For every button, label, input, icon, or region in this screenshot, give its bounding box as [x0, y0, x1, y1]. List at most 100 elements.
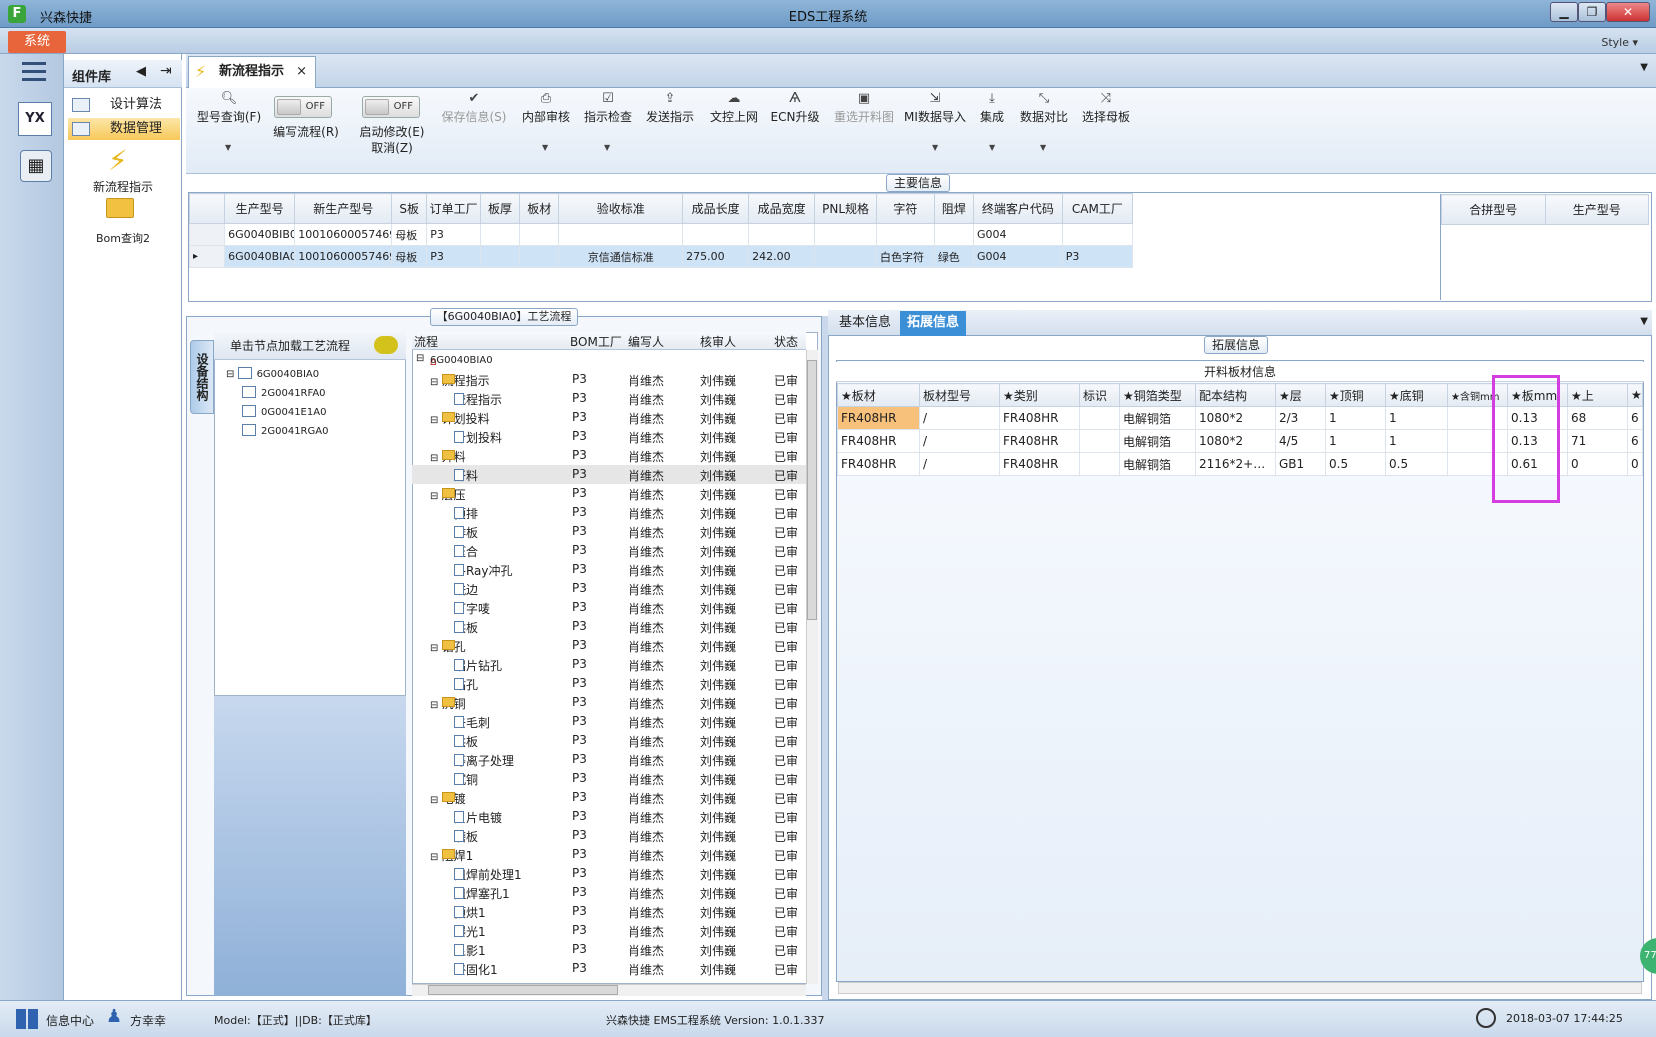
- collapse-icon[interactable]: ⊟: [430, 643, 442, 654]
- process-step-row[interactable]: 显影1 P3 肖维杰 刘伟巍 已审: [412, 940, 806, 959]
- process-group-row[interactable]: ⊟ 钻孔P3肖维杰刘伟巍已审: [412, 636, 806, 655]
- main-col-header[interactable]: 板厚: [479, 193, 521, 224]
- main-info-cell[interactable]: 京信通信标准: [558, 245, 684, 268]
- material-cell[interactable]: 电解铜箔: [1119, 452, 1196, 476]
- material-col-header[interactable]: 配本结构: [1195, 383, 1276, 407]
- collapse-icon[interactable]: ⊟: [430, 491, 442, 502]
- material-cell[interactable]: 6: [1627, 429, 1643, 453]
- process-step-row[interactable]: 去毛刺 P3 肖维杰 刘伟巍 已审: [412, 712, 806, 731]
- instr-check-dropdown-icon[interactable]: ▼: [604, 143, 610, 152]
- main-col-header[interactable]: CAM工厂: [1061, 193, 1134, 224]
- material-col-header[interactable]: ★: [1627, 383, 1643, 407]
- main-col-header[interactable]: 字符: [876, 193, 935, 224]
- main-info-cell[interactable]: 275.00: [682, 245, 750, 268]
- collapse-icon[interactable]: ⊟: [430, 852, 442, 863]
- compare-dropdown-icon[interactable]: ▼: [1040, 143, 1046, 152]
- process-step-row[interactable]: 钻孔 P3 肖维杰 刘伟巍 已审: [412, 674, 806, 693]
- col-status[interactable]: 状态: [774, 333, 798, 350]
- tab-extended-info[interactable]: 拓展信息: [900, 311, 966, 336]
- process-step-row[interactable]: 等离子处理 P3 肖维杰 刘伟巍 已审: [412, 750, 806, 769]
- model-query-dropdown-icon[interactable]: ▼: [225, 143, 231, 152]
- material-cell[interactable]: 电解铜箔: [1119, 406, 1196, 430]
- material-cell[interactable]: 电解铜箔: [1119, 429, 1196, 453]
- save-button[interactable]: ✔ 保存信息(S): [438, 90, 510, 126]
- material-col-header[interactable]: ★上: [1567, 383, 1628, 407]
- col-flow[interactable]: 流程: [414, 333, 438, 350]
- upload-web-button[interactable]: ☁ 文控上网: [704, 90, 764, 126]
- main-info-cell[interactable]: 绿色: [933, 245, 975, 268]
- material-col-header[interactable]: ★层: [1275, 383, 1326, 407]
- main-info-cell[interactable]: G004: [973, 245, 1063, 268]
- process-group-row[interactable]: ⊟ 电镀P3肖维杰刘伟巍已审: [412, 788, 806, 807]
- process-group-row[interactable]: ⊟ 沉铜P3肖维杰刘伟巍已审: [412, 693, 806, 712]
- material-hscrollbar[interactable]: [838, 982, 1642, 994]
- process-step-row[interactable]: 开料 P3 肖维杰 刘伟巍 已审: [412, 465, 806, 484]
- col-bom[interactable]: BOM工厂: [570, 333, 622, 350]
- main-info-cell[interactable]: [814, 223, 878, 246]
- main-info-row[interactable]: 6G0040BIB0 10010600057469 母板 P3 G004: [188, 223, 1134, 246]
- process-root-row[interactable]: ⊟ ⌂ 6G0040BIA0: [412, 351, 806, 370]
- mi-import-dropdown-icon[interactable]: ▼: [932, 143, 938, 152]
- integrate-button[interactable]: ⤓ 集成: [974, 90, 1010, 126]
- material-cell[interactable]: /: [919, 452, 1000, 476]
- process-step-row[interactable]: 计划投料 P3 肖维杰 刘伟巍 已审: [412, 427, 806, 446]
- style-menu[interactable]: Style ▾: [1601, 36, 1638, 49]
- cancel-label[interactable]: 取消(Z): [352, 140, 432, 156]
- row-selector[interactable]: [188, 223, 226, 246]
- main-col-header[interactable]: 生产型号: [224, 193, 296, 224]
- material-cell[interactable]: FR408HR: [999, 406, 1080, 430]
- collapse-icon[interactable]: ⊟: [430, 453, 442, 464]
- tab-close-icon[interactable]: ×: [296, 57, 307, 87]
- material-col-header[interactable]: ★铜箔类型: [1119, 383, 1196, 407]
- collapse-icon[interactable]: ⊟: [226, 369, 238, 380]
- process-step-row[interactable]: 排板 P3 肖维杰 刘伟巍 已审: [412, 522, 806, 541]
- material-cell[interactable]: 0.5: [1325, 452, 1386, 476]
- main-col-header[interactable]: 阻焊: [933, 193, 975, 224]
- material-cell[interactable]: FR408HR: [837, 429, 920, 453]
- material-cell[interactable]: 1080*2: [1195, 406, 1276, 430]
- process-group-row[interactable]: ⊟ 开料P3肖维杰刘伟巍已审: [412, 446, 806, 465]
- material-cell[interactable]: 2116*2+…: [1195, 452, 1276, 476]
- checkbox-icon[interactable]: [237, 367, 252, 379]
- compare-button[interactable]: ⤡ 数据对比: [1018, 90, 1070, 126]
- main-col-header[interactable]: 验收标准: [558, 193, 684, 224]
- material-cell[interactable]: [1079, 406, 1120, 430]
- internal-review-dropdown-icon[interactable]: ▼: [542, 143, 548, 152]
- material-cell[interactable]: 6: [1627, 406, 1643, 430]
- main-col-header[interactable]: 终端客户代码: [973, 193, 1063, 224]
- hamburger-menu-icon[interactable]: [22, 62, 46, 84]
- process-group-row[interactable]: ⊟ 层压P3肖维杰刘伟巍已审: [412, 484, 806, 503]
- main-col-header[interactable]: S板: [391, 193, 428, 224]
- side-tab-equipment[interactable]: 设备结构: [190, 340, 214, 414]
- internal-review-button[interactable]: ⎙ 内部审核: [518, 90, 574, 126]
- main-col-header[interactable]: PNL规格: [814, 193, 878, 224]
- main-info-cell[interactable]: 10010600057469: [294, 245, 393, 268]
- comment-icon[interactable]: [374, 336, 398, 354]
- main-info-cell[interactable]: [933, 223, 975, 246]
- lightning-icon[interactable]: ⚡: [108, 144, 128, 177]
- process-group-row[interactable]: ⊟ 计划投料 P3 肖维杰 刘伟巍 已审: [412, 408, 806, 427]
- model-query-button[interactable]: 🔍︎ 型号查询(F): [194, 90, 264, 126]
- material-cell[interactable]: 4/5: [1275, 429, 1326, 453]
- main-info-cell[interactable]: [1061, 223, 1134, 246]
- minimize-button[interactable]: ▁: [1550, 2, 1578, 22]
- process-step-row[interactable]: 阻焊塞孔1 P3 肖维杰 刘伟巍 已审: [412, 883, 806, 902]
- main-info-cell[interactable]: [558, 223, 684, 246]
- main-info-cell[interactable]: P3: [1061, 245, 1134, 268]
- main-info-cell[interactable]: [876, 223, 935, 246]
- material-col-header[interactable]: ★板材: [837, 383, 920, 407]
- main-info-cell[interactable]: [519, 245, 560, 268]
- material-col-header[interactable]: ★顶铜: [1325, 383, 1386, 407]
- main-col-header[interactable]: 板材: [519, 193, 560, 224]
- material-cell[interactable]: 0: [1567, 452, 1628, 476]
- material-cell[interactable]: FR408HR: [999, 429, 1080, 453]
- main-info-cell[interactable]: 白色字符: [876, 245, 935, 268]
- folder-icon[interactable]: [106, 198, 134, 218]
- mi-import-button[interactable]: ⇲ MI数据导入: [904, 90, 966, 126]
- material-cell[interactable]: /: [919, 429, 1000, 453]
- main-col-header[interactable]: 新生产型号: [294, 193, 393, 224]
- select-master-button[interactable]: ⤨ 选择母板: [1078, 90, 1134, 126]
- process-step-row[interactable]: 压合 P3 肖维杰 刘伟巍 已审: [412, 541, 806, 560]
- tab-dropdown-icon[interactable]: ▼: [1640, 62, 1648, 73]
- checkbox-icon[interactable]: [242, 424, 256, 436]
